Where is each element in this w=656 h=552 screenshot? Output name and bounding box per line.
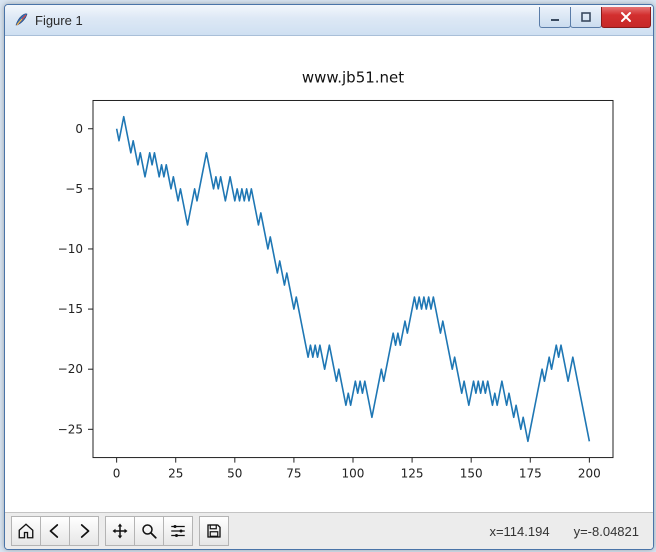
tk-feather-icon	[13, 12, 29, 28]
save-icon	[205, 522, 223, 540]
window-title: Figure 1	[35, 13, 540, 28]
window-controls	[540, 7, 651, 27]
svg-text:50: 50	[227, 467, 242, 481]
svg-text:−15: −15	[58, 302, 83, 316]
svg-text:25: 25	[168, 467, 183, 481]
svg-text:−10: −10	[58, 242, 83, 256]
minimize-button[interactable]	[539, 7, 571, 28]
forward-button[interactable]	[69, 516, 99, 546]
svg-text:125: 125	[401, 467, 424, 481]
svg-text:150: 150	[460, 467, 483, 481]
move-icon	[111, 522, 129, 540]
svg-text:−25: −25	[58, 422, 83, 436]
svg-text:−5: −5	[65, 182, 83, 196]
pan-button[interactable]	[105, 516, 135, 546]
figure-window: Figure 1 www.jb51.net 0 25 50 75 100 125 150 175…	[4, 4, 654, 550]
configure-button[interactable]	[163, 516, 193, 546]
cursor-x: x=114.194	[489, 524, 549, 539]
back-button[interactable]	[40, 516, 70, 546]
forward-icon	[75, 522, 93, 540]
toolbar-group-1	[11, 516, 99, 546]
zoom-button[interactable]	[134, 516, 164, 546]
titlebar[interactable]: Figure 1	[5, 5, 653, 36]
toolbar-group-3	[199, 516, 229, 546]
svg-text:175: 175	[519, 467, 542, 481]
line-chart: www.jb51.net 0 25 50 75 100 125 150 175 200 0 −5 −10…	[15, 44, 643, 508]
toolbar-group-2	[105, 516, 193, 546]
svg-text:100: 100	[342, 467, 365, 481]
save-button[interactable]	[199, 516, 229, 546]
svg-text:75: 75	[286, 467, 301, 481]
cursor-coords: x=114.194 y=-8.04821	[489, 524, 647, 539]
home-button[interactable]	[11, 516, 41, 546]
svg-text:−20: −20	[58, 362, 83, 376]
svg-text:0: 0	[113, 467, 121, 481]
figure-canvas[interactable]: www.jb51.net 0 25 50 75 100 125 150 175 200 0 −5 −10…	[5, 36, 653, 512]
maximize-button[interactable]	[570, 7, 602, 28]
navigation-toolbar: x=114.194 y=-8.04821	[5, 512, 653, 549]
svg-text:200: 200	[578, 467, 601, 481]
home-icon	[17, 522, 35, 540]
zoom-icon	[140, 522, 158, 540]
close-button[interactable]	[601, 7, 651, 28]
series-line	[117, 117, 590, 442]
svg-text:0: 0	[75, 122, 83, 136]
chart-title: www.jb51.net	[302, 68, 404, 86]
back-icon	[46, 522, 64, 540]
sliders-icon	[169, 522, 187, 540]
cursor-y: y=-8.04821	[574, 524, 639, 539]
